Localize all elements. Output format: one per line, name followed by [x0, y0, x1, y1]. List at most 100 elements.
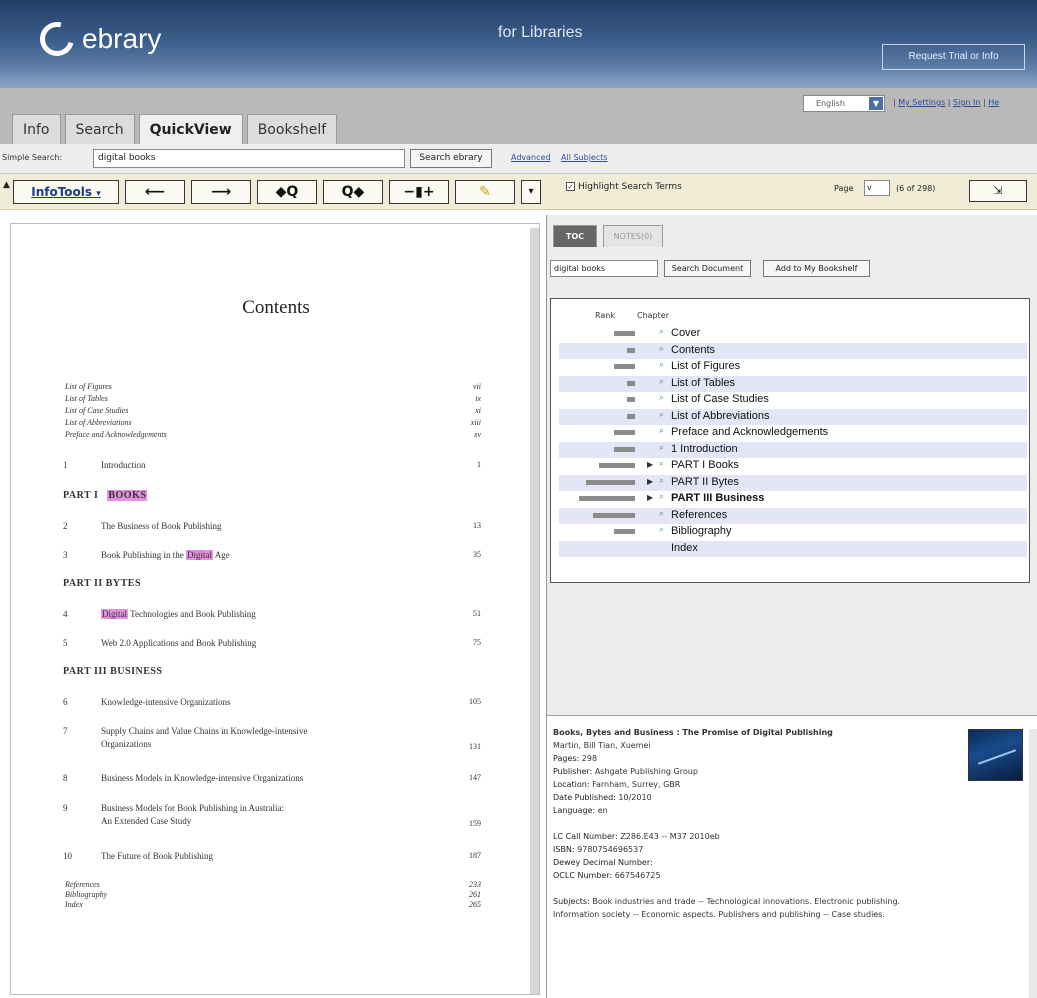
advanced-search-link[interactable]: Advanced: [511, 153, 551, 162]
my-settings-link[interactable]: My Settings: [898, 98, 945, 107]
chevron-down-icon[interactable]: ▼: [869, 97, 883, 110]
infotools-button[interactable]: InfoTools ▾: [13, 180, 119, 204]
chapter-title[interactable]: Digital Technologies and Book Publishing: [101, 608, 256, 621]
toc-row[interactable]: ⌕ Contents: [559, 342, 1027, 359]
tab-toc[interactable]: TOC: [553, 225, 597, 247]
help-link[interactable]: He: [988, 98, 999, 107]
collapse-up-icon[interactable]: ▲: [3, 180, 10, 190]
search-hits-icon[interactable]: ⌕: [659, 393, 664, 403]
toc-row[interactable]: ▶ ⌕ PART II Bytes: [559, 474, 1027, 491]
document-viewer[interactable]: Contents List of Figures vii List of Tab…: [10, 223, 540, 995]
toc-row[interactable]: Index: [559, 540, 1027, 557]
search-input[interactable]: digital books: [93, 149, 405, 168]
back-arrow-icon[interactable]: ⟵: [125, 180, 185, 204]
expand-arrow-icon[interactable]: ▶: [647, 477, 653, 486]
search-hits-icon[interactable]: ⌕: [659, 443, 664, 453]
toc-row[interactable]: ⌕ Cover: [559, 326, 1027, 342]
search-hits-icon[interactable]: ⌕: [659, 492, 664, 502]
chapter-title[interactable]: Knowledge-intensive Organizations: [101, 696, 231, 709]
subjects-line[interactable]: Information society -- Economic aspects.…: [553, 910, 885, 919]
search-ebrary-button[interactable]: Search ebrary: [410, 149, 492, 168]
chapter-title[interactable]: Supply Chains and Value Chains in Knowle…: [101, 725, 307, 751]
book-cover-image[interactable]: [968, 729, 1023, 781]
back-matter-item[interactable]: Index: [65, 900, 83, 909]
page-select[interactable]: v: [864, 180, 890, 196]
expand-arrow-icon[interactable]: ▶: [647, 493, 653, 502]
chapter-title[interactable]: Business Models in Knowledge-intensive O…: [101, 772, 303, 785]
toc-chapter-link[interactable]: Cover: [671, 327, 700, 339]
front-matter-item[interactable]: List of Figures: [65, 382, 112, 391]
search-hits-icon[interactable]: ⌕: [659, 327, 664, 337]
toc-row[interactable]: ▶ ⌕ PART III Business: [559, 491, 1027, 507]
chapter-title[interactable]: The Future of Book Publishing: [101, 850, 213, 863]
tab-notes[interactable]: NOTES(0): [603, 225, 663, 247]
chapter-title[interactable]: Introduction: [101, 459, 146, 472]
chapter-title[interactable]: The Business of Book Publishing: [101, 520, 222, 533]
zoom-icon[interactable]: −▮+: [389, 180, 449, 204]
tab-search[interactable]: Search: [64, 114, 135, 144]
back-matter-item[interactable]: References: [65, 880, 100, 889]
checkbox-checked-icon[interactable]: ✓: [566, 182, 575, 191]
request-trial-button[interactable]: Request Trial or Info: [882, 44, 1025, 70]
search-hits-icon[interactable]: ⌕: [659, 377, 664, 387]
document-search-input[interactable]: digital books: [550, 260, 658, 277]
toc-row[interactable]: ⌕ 1 Introduction: [559, 441, 1027, 458]
toc-row[interactable]: ⌕ List of Figures: [559, 359, 1027, 375]
toc-chapter-link[interactable]: List of Abbreviations: [671, 410, 769, 422]
all-subjects-link[interactable]: All Subjects: [561, 153, 608, 162]
search-hits-icon[interactable]: ⌕: [659, 459, 664, 469]
front-matter-item[interactable]: List of Tables: [65, 394, 108, 403]
toc-chapter-link[interactable]: 1 Introduction: [671, 443, 738, 455]
search-hits-icon[interactable]: ⌕: [659, 476, 664, 486]
tab-bookshelf[interactable]: Bookshelf: [246, 114, 338, 144]
document-scrollbar[interactable]: [530, 228, 539, 994]
toc-chapter-link[interactable]: Preface and Acknowledgements: [671, 426, 828, 438]
toc-chapter-link[interactable]: Index: [671, 542, 698, 554]
toc-chapter-link[interactable]: Contents: [671, 344, 715, 356]
back-matter-item[interactable]: Bibliography: [65, 890, 107, 899]
chapter-title[interactable]: Business Models for Book Publishing in A…: [101, 802, 284, 828]
highlight-pen-icon[interactable]: ✎: [455, 180, 515, 204]
fit-page-icon[interactable]: ⇲: [969, 180, 1027, 202]
search-hits-icon[interactable]: ⌕: [659, 509, 664, 519]
tab-quickview[interactable]: QuickView: [138, 114, 243, 145]
search-hits-icon[interactable]: ⌕: [659, 410, 664, 420]
toc-row[interactable]: ⌕ List of Case Studies: [559, 392, 1027, 408]
forward-arrow-icon[interactable]: ⟶: [191, 180, 251, 204]
front-matter-item[interactable]: List of Case Studies: [65, 406, 128, 415]
toc-chapter-link[interactable]: List of Tables: [671, 377, 735, 389]
toc-row[interactable]: ⌕ List of Abbreviations: [559, 408, 1027, 425]
toc-chapter-link[interactable]: PART II Bytes: [671, 476, 739, 488]
front-matter-item[interactable]: Preface and Acknowledgements: [65, 430, 167, 439]
toc-chapter-link[interactable]: PART III Business: [671, 492, 764, 504]
search-hits-icon[interactable]: ⌕: [659, 426, 664, 436]
front-matter-item[interactable]: List of Abbreviations: [65, 418, 132, 427]
search-document-button[interactable]: Search Document: [664, 260, 751, 277]
chapter-title[interactable]: Web 2.0 Applications and Book Publishing: [101, 637, 256, 650]
toc-row[interactable]: ⌕ References: [559, 507, 1027, 524]
highlight-search-terms-checkbox[interactable]: ✓ Highlight Search Terms: [566, 182, 682, 192]
subjects-line[interactable]: Book industries and trade -- Technologic…: [592, 897, 900, 906]
more-tools-icon[interactable]: ▾: [521, 180, 541, 204]
toc-row[interactable]: ⌕ Bibliography: [559, 524, 1027, 540]
toc-chapter-link[interactable]: List of Case Studies: [671, 393, 769, 405]
sign-in-link[interactable]: Sign In: [953, 98, 980, 107]
ebrary-logo[interactable]: ebrary: [33, 15, 161, 63]
toc-chapter-link[interactable]: PART I Books: [671, 459, 739, 471]
search-hits-icon[interactable]: ⌕: [659, 344, 664, 354]
toc-row[interactable]: ⌕ Preface and Acknowledgements: [559, 425, 1027, 441]
expand-arrow-icon[interactable]: ▶: [647, 460, 653, 469]
tab-info[interactable]: Info: [12, 114, 61, 144]
chapter-title[interactable]: Book Publishing in the Digital Age: [101, 549, 230, 562]
toc-row[interactable]: ⌕ List of Tables: [559, 375, 1027, 392]
info-scrollbar[interactable]: [1029, 729, 1037, 998]
previous-hit-icon[interactable]: ◆Q: [257, 180, 317, 204]
search-hits-icon[interactable]: ⌕: [659, 525, 664, 535]
toc-row[interactable]: ▶ ⌕ PART I Books: [559, 458, 1027, 474]
toc-chapter-link[interactable]: Bibliography: [671, 525, 732, 537]
language-select[interactable]: English ▼: [803, 95, 885, 112]
next-hit-icon[interactable]: Q◆: [323, 180, 383, 204]
add-to-bookshelf-button[interactable]: Add to My Bookshelf: [763, 260, 870, 277]
toc-chapter-link[interactable]: List of Figures: [671, 360, 740, 372]
search-hits-icon[interactable]: ⌕: [659, 360, 664, 370]
